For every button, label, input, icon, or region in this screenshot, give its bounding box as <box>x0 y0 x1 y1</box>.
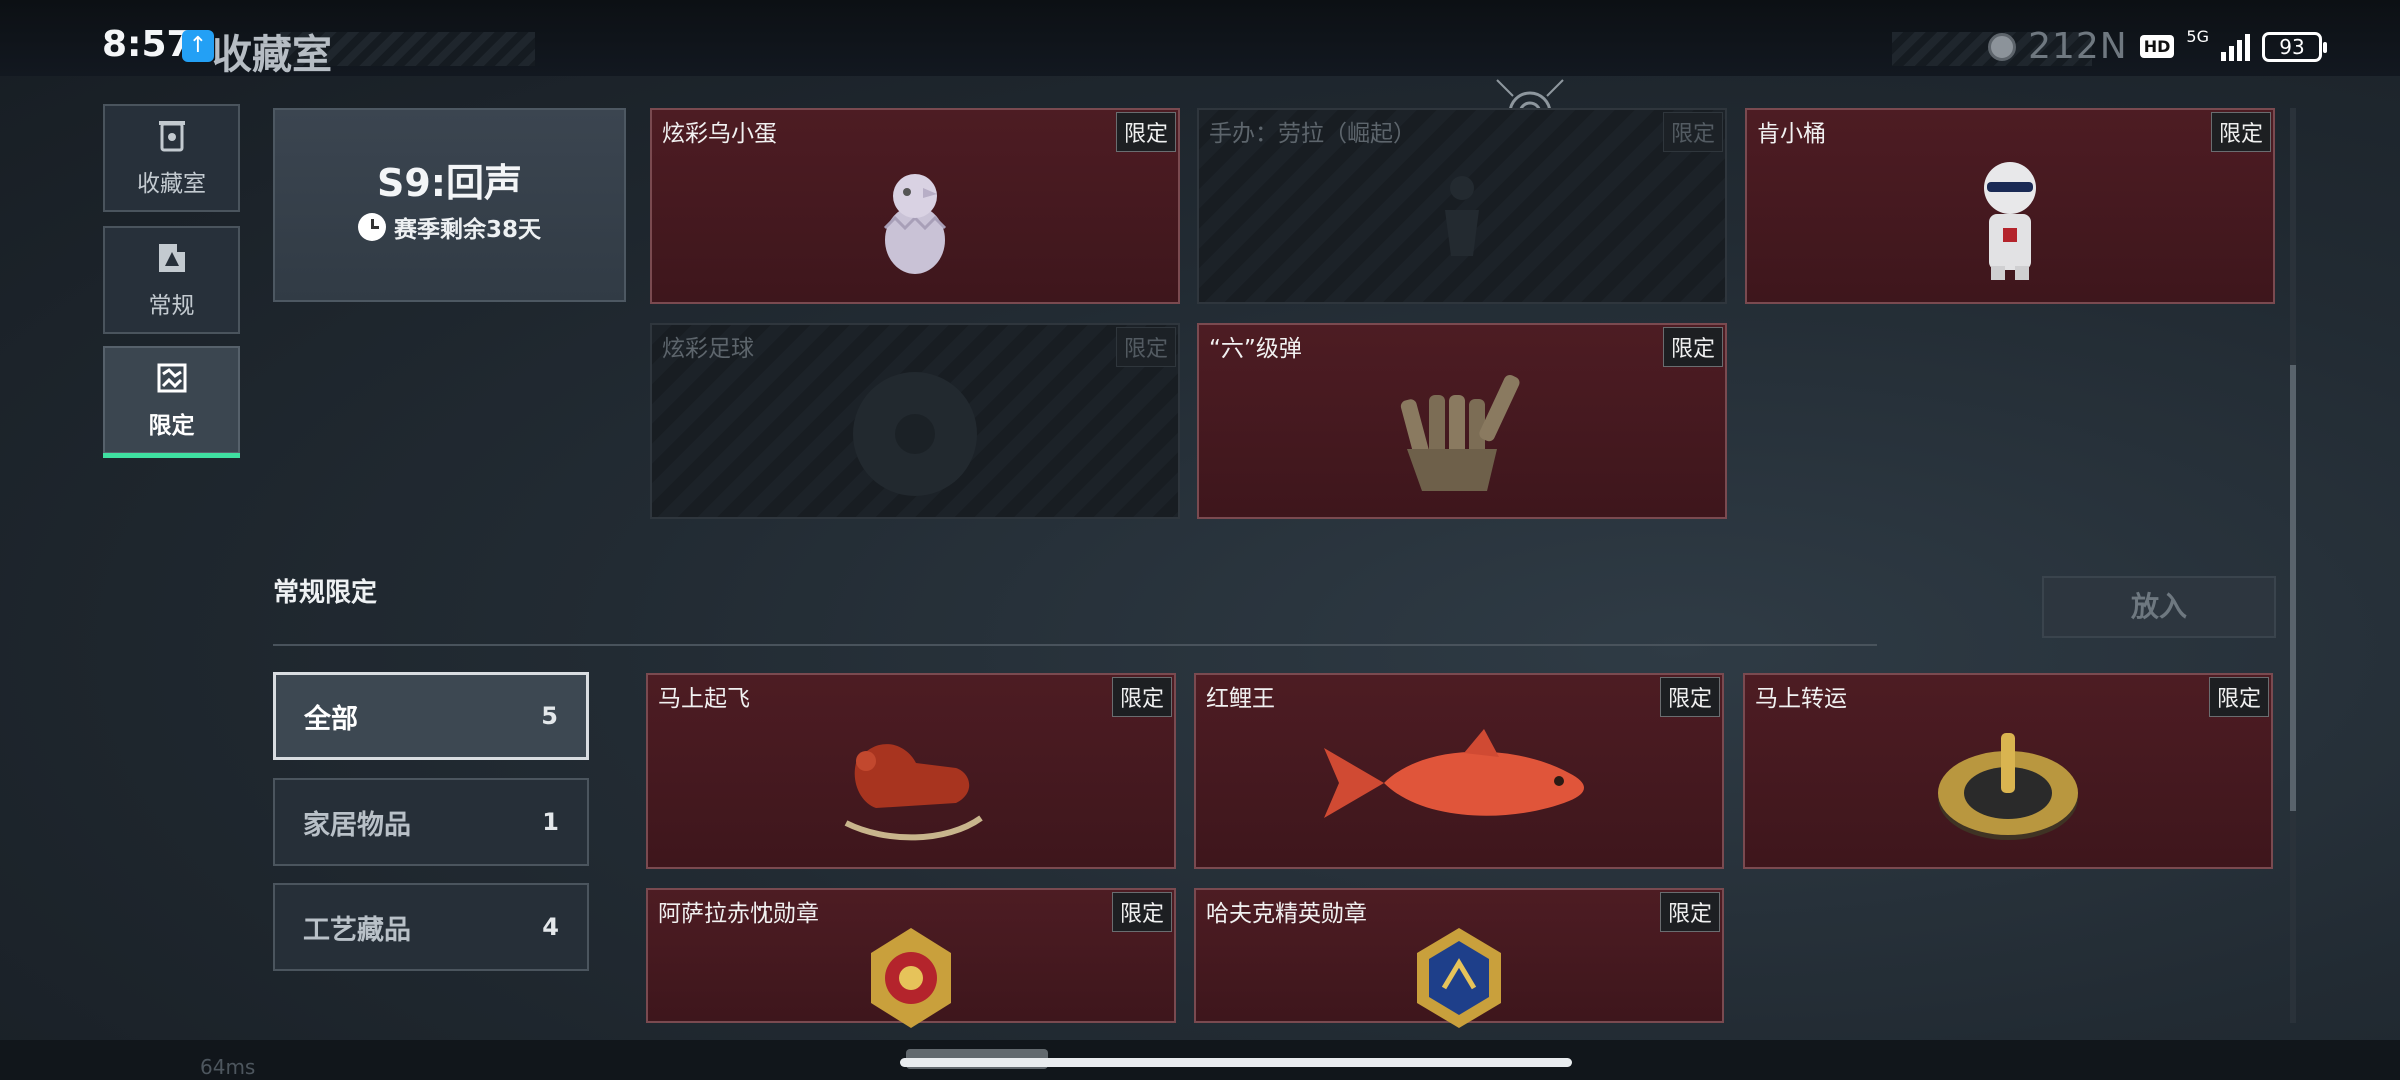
coin-icon <box>1988 32 2017 61</box>
filter-label: 家居物品 <box>303 809 411 841</box>
place-button[interactable]: 放入 <box>2042 576 2276 638</box>
collection-item-card[interactable]: 马上起飞 限定 <box>646 673 1176 869</box>
scrollbar-thumb[interactable] <box>2290 365 2296 811</box>
home-indicator[interactable] <box>900 1058 1572 1067</box>
limited-badge: 限定 <box>1115 327 1176 367</box>
limited-badge: 限定 <box>1659 677 1720 717</box>
signal-icon <box>2221 33 2250 61</box>
item-name: 哈夫克精英勋章 <box>1206 901 1367 927</box>
sidebar-item-limited[interactable]: 限定 <box>103 346 240 458</box>
bullet-hand-icon <box>1400 374 1520 491</box>
limited-badge: 限定 <box>2210 112 2271 152</box>
hd-badge: HD <box>2139 35 2175 58</box>
item-name: “六”级弹 <box>1209 336 1302 362</box>
collection-item-card-locked[interactable]: 手办：劳拉（崛起） 限定 <box>1197 108 1727 304</box>
limited-frame-icon <box>157 363 186 393</box>
rocking-horse-icon <box>844 744 983 841</box>
limited-badge: 限定 <box>1111 892 1172 932</box>
football-silhouette-icon <box>853 372 977 496</box>
season-title: S9:回声 <box>376 161 522 205</box>
figure-silhouette-icon <box>1445 176 1479 256</box>
trash-bin-icon <box>158 121 185 152</box>
item-name: 手办：劳拉（崛起） <box>1209 121 1416 147</box>
collection-item-card[interactable]: 马上转运 限定 <box>1743 673 2273 869</box>
limited-badge: 限定 <box>1662 112 1723 152</box>
collection-item-card[interactable]: 红鲤王 限定 <box>1194 673 1724 869</box>
chick-egg-figure-icon <box>883 174 947 274</box>
battery-icon: 93 <box>2262 31 2327 62</box>
sidebar-item-label: 收藏室 <box>137 171 206 197</box>
sidebar-item-label: 限定 <box>148 413 195 439</box>
section-divider <box>273 644 1877 646</box>
clock-icon <box>357 213 386 241</box>
item-name: 阿萨拉赤忱勋章 <box>658 901 819 927</box>
item-name: 马上转运 <box>1755 686 1847 712</box>
limited-badge: 限定 <box>1659 892 1720 932</box>
filter-label: 全部 <box>304 703 358 735</box>
filter-all[interactable]: 全部 5 <box>273 672 589 760</box>
red-carp-icon <box>1324 729 1584 818</box>
section-title: 常规限定 <box>273 578 378 608</box>
golden-wheel-icon <box>1938 733 2078 840</box>
status-bar: 收藏室 8:57 ↑ 212N HD 5G 93 <box>0 0 2400 78</box>
clock-time: 8:57 <box>102 24 192 65</box>
season-panel: S9:回声 赛季剩余38天 <box>273 108 626 302</box>
collection-item-card[interactable]: “六”级弹 限定 <box>1197 323 1727 519</box>
filter-craft-collectibles[interactable]: 工艺藏品 4 <box>273 883 589 971</box>
filter-count: 5 <box>541 702 558 730</box>
limited-badge: 限定 <box>1115 112 1176 152</box>
item-name: 肯小桶 <box>1757 121 1826 147</box>
limited-badge: 限定 <box>2208 677 2269 717</box>
picture-frame-icon <box>158 244 185 272</box>
season-remaining: 赛季剩余38天 <box>275 210 624 244</box>
collection-item-card[interactable]: 阿萨拉赤忱勋章 限定 <box>646 888 1176 1028</box>
limited-badge: 限定 <box>1662 327 1723 367</box>
system-status-group: 212N HD 5G 93 <box>1988 26 2327 67</box>
filter-home-items[interactable]: 家居物品 1 <box>273 778 589 866</box>
limited-badge: 限定 <box>1111 677 1172 717</box>
sidebar-item-collection-room[interactable]: 收藏室 <box>103 104 240 212</box>
sidebar-item-regular[interactable]: 常规 <box>103 226 240 334</box>
filter-count: 1 <box>542 808 559 836</box>
red-gold-medal-icon <box>871 927 951 1028</box>
item-name: 炫彩乌小蛋 <box>662 121 777 147</box>
filter-label: 工艺藏品 <box>303 914 411 946</box>
obscured-currency-value: 212N <box>2028 26 2128 67</box>
item-name: 马上起飞 <box>658 686 750 712</box>
filter-count: 4 <box>542 913 559 941</box>
collection-item-card[interactable]: 肯小桶 限定 <box>1745 108 2275 304</box>
season-remaining-text: 赛季剩余38天 <box>393 217 541 243</box>
collection-item-card-locked[interactable]: 炫彩足球 限定 <box>650 323 1180 519</box>
page-title: 收藏室 <box>212 32 332 78</box>
upload-arrow-icon: ↑ <box>182 30 214 62</box>
colonel-figure-icon <box>1984 162 2036 280</box>
collection-item-card[interactable]: 哈夫克精英勋章 限定 <box>1194 888 1724 1028</box>
item-name: 红鲤王 <box>1206 686 1275 712</box>
network-type: 5G <box>2186 27 2209 46</box>
item-name: 炫彩足球 <box>662 336 754 362</box>
ping-readout: 64ms <box>200 1055 256 1079</box>
blue-gold-medal-icon <box>1417 927 1501 1028</box>
collection-item-card[interactable]: 炫彩乌小蛋 限定 <box>650 108 1180 304</box>
sidebar-item-label: 常规 <box>148 293 195 319</box>
